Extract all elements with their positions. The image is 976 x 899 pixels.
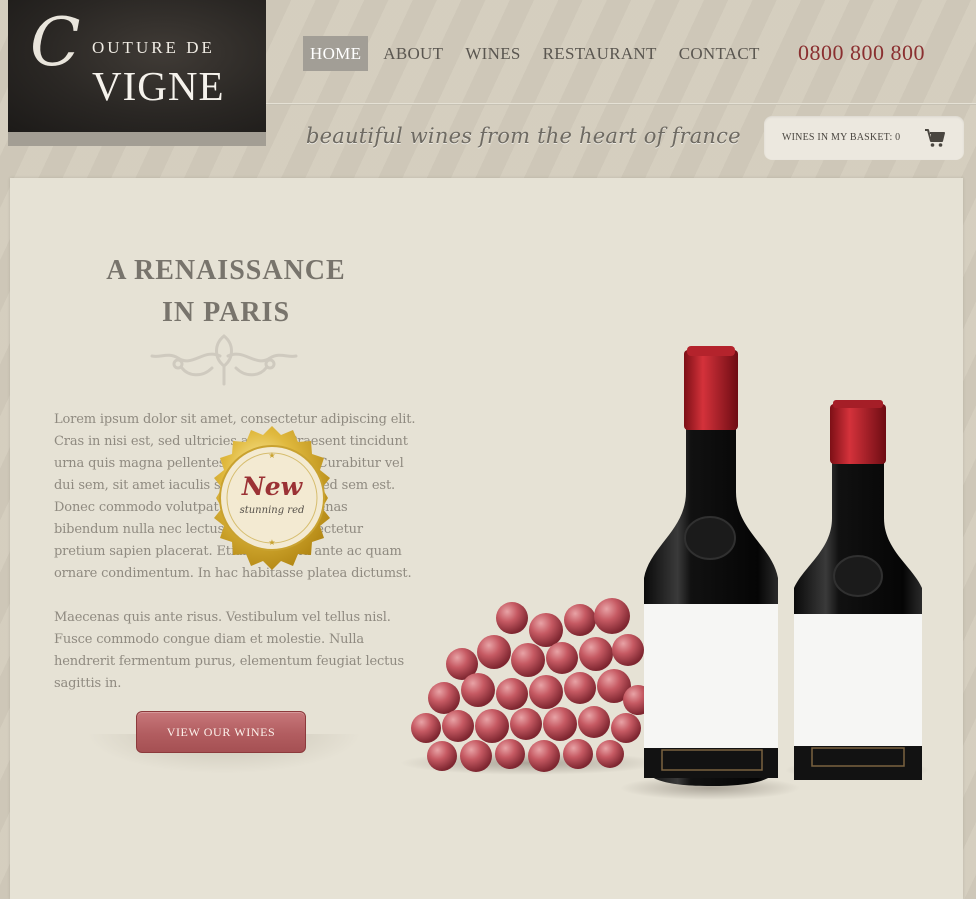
header-divider xyxy=(266,103,976,105)
secondary-paragraph: Maecenas quis ante risus. Vestibulum vel… xyxy=(54,610,404,691)
logo-top-text: OUTURE DE xyxy=(92,38,215,57)
nav-item-restaurant[interactable]: RESTAURANT xyxy=(536,36,664,71)
logo-shadow xyxy=(8,132,266,146)
site-logo[interactable]: C OUTURE DE VIGNE xyxy=(8,0,266,132)
page-title-line1: A RENAISSANCE xyxy=(106,255,346,286)
basket-widget[interactable]: WINES IN MY BASKET: 0 xyxy=(764,116,964,160)
logo-initial: C xyxy=(30,4,81,81)
flourish-ornament-icon xyxy=(150,334,298,386)
badge-subtitle: stunning red xyxy=(239,505,305,516)
logo-main-text: VIGNE xyxy=(92,63,225,109)
main-panel: A RENAISSANCE IN PARIS Lorem ipsum dolor… xyxy=(10,178,963,899)
phone-number: 0800 800 800 xyxy=(798,40,925,65)
nav-item-contact[interactable]: CONTACT xyxy=(672,36,767,71)
nav-item-wines[interactable]: WINES xyxy=(458,36,527,71)
nav-item-home[interactable]: HOME xyxy=(303,36,369,71)
svg-text:★: ★ xyxy=(268,451,275,460)
svg-text:★: ★ xyxy=(268,538,275,547)
hero-wine-image xyxy=(400,346,929,800)
basket-label: WINES IN MY BASKET: 0 xyxy=(782,132,901,143)
main-nav: HOME ABOUT WINES RESTAURANT CONTACT xyxy=(303,36,767,71)
wine-bottle-right-icon xyxy=(794,400,922,780)
wine-bottle-left-icon xyxy=(644,346,778,786)
page-title: A RENAISSANCE IN PARIS xyxy=(106,250,346,334)
grapes-icon xyxy=(411,598,653,772)
view-our-wines-button[interactable]: VIEW OUR WINES xyxy=(136,711,306,753)
badge-title: New xyxy=(241,472,303,501)
tagline: beautiful wines from the heart of france xyxy=(306,124,741,148)
cart-icon[interactable] xyxy=(924,128,946,148)
nav-item-about[interactable]: ABOUT xyxy=(376,36,450,71)
